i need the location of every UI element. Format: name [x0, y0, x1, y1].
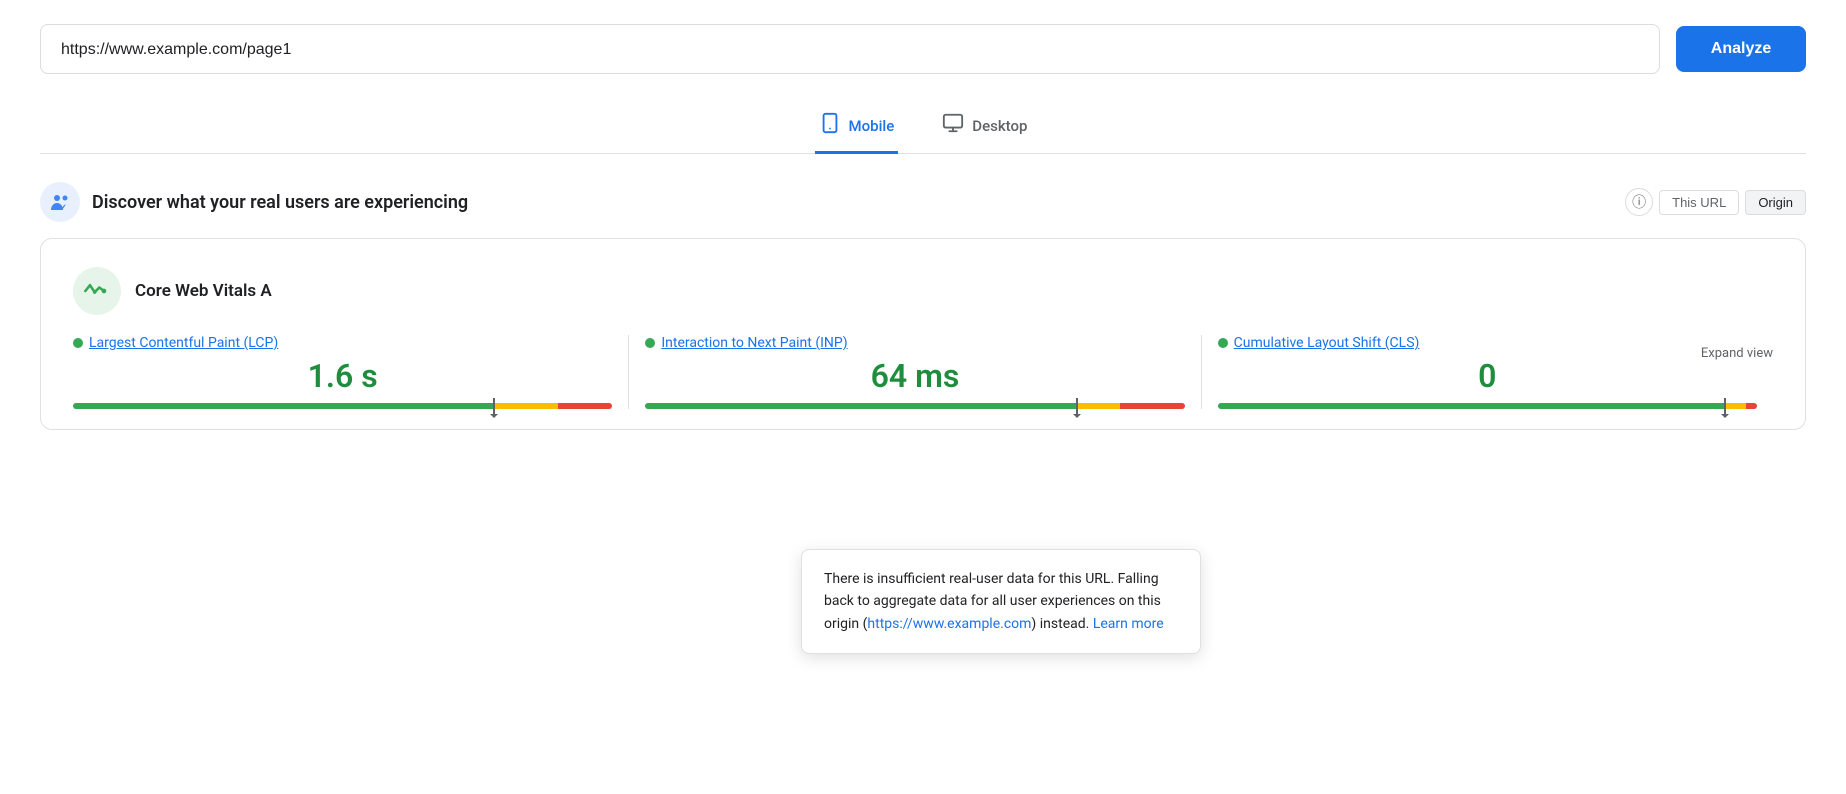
mobile-icon [819, 112, 841, 139]
section-avatar [40, 182, 80, 222]
tooltip-popup: There is insufficient real-user data for… [801, 549, 1201, 654]
tab-desktop[interactable]: Desktop [938, 102, 1031, 154]
lcp-bar-red [558, 403, 612, 409]
url-origin-toggle: ⓘ This URL Origin [1625, 188, 1806, 216]
desktop-icon [942, 112, 964, 139]
cls-marker [1724, 398, 1726, 414]
lcp-dot [73, 338, 83, 348]
inp-dot [645, 338, 655, 348]
inp-bar-green [645, 403, 1076, 409]
url-input-wrapper [40, 24, 1660, 74]
metrics-row: Largest Contentful Paint (LCP) 1.6 s Int… [73, 335, 1773, 409]
section-title-wrap: Discover what your real users are experi… [40, 182, 468, 222]
info-icon[interactable]: ⓘ [1625, 188, 1653, 216]
inp-marker [1076, 398, 1078, 414]
inp-label-row: Interaction to Next Paint (INP) [645, 335, 1184, 351]
tab-mobile[interactable]: Mobile [815, 102, 899, 154]
lcp-label-row: Largest Contentful Paint (LCP) [73, 335, 612, 351]
cls-bar [1218, 403, 1757, 409]
cls-bar-red [1746, 403, 1757, 409]
tabs-row: Mobile Desktop [40, 102, 1806, 154]
lcp-marker [493, 398, 495, 414]
metric-lcp: Largest Contentful Paint (LCP) 1.6 s [73, 335, 629, 409]
cls-bar-green [1218, 403, 1725, 409]
inp-label[interactable]: Interaction to Next Paint (INP) [661, 335, 847, 351]
cls-bar-yellow [1725, 403, 1747, 409]
lcp-bar-yellow [494, 403, 559, 409]
lcp-bar [73, 403, 612, 409]
cls-label[interactable]: Cumulative Layout Shift (CLS) [1234, 335, 1420, 351]
cls-label-row: Cumulative Layout Shift (CLS) [1218, 335, 1757, 351]
cls-dot [1218, 338, 1228, 348]
metric-inp: Interaction to Next Paint (INP) 64 ms [629, 335, 1201, 409]
section-header: Discover what your real users are experi… [40, 182, 1806, 222]
expand-view-link[interactable]: Expand view [1701, 346, 1773, 361]
cwv-title: Core Web Vitals A [135, 281, 272, 301]
tooltip-text-after: ) instead. [1031, 616, 1092, 632]
tab-desktop-label: Desktop [972, 117, 1027, 135]
lcp-label[interactable]: Largest Contentful Paint (LCP) [89, 335, 278, 351]
inp-bar-red [1120, 403, 1185, 409]
tooltip-learn-more[interactable]: Learn more [1093, 616, 1164, 632]
origin-toggle[interactable]: Origin [1745, 190, 1806, 215]
analyze-button[interactable]: Analyze [1676, 26, 1806, 72]
inp-bar [645, 403, 1184, 409]
tooltip-link[interactable]: https://www.example.com [867, 616, 1031, 632]
cwv-header: Core Web Vitals A [73, 267, 1773, 315]
lcp-bar-green [73, 403, 494, 409]
inp-value: 64 ms [645, 357, 1184, 395]
section-title: Discover what your real users are experi… [92, 192, 468, 213]
cwv-icon [73, 267, 121, 315]
url-bar-row: Analyze [40, 24, 1806, 74]
lcp-value: 1.6 s [73, 357, 612, 395]
cwv-card: Core Web Vitals A There is insufficient … [40, 238, 1806, 430]
metric-cls: Cumulative Layout Shift (CLS) 0 [1202, 335, 1773, 409]
cls-value: 0 [1218, 357, 1757, 395]
tab-mobile-label: Mobile [849, 117, 895, 135]
url-input[interactable] [61, 41, 1639, 59]
this-url-toggle[interactable]: This URL [1659, 190, 1739, 215]
inp-bar-yellow [1077, 403, 1120, 409]
